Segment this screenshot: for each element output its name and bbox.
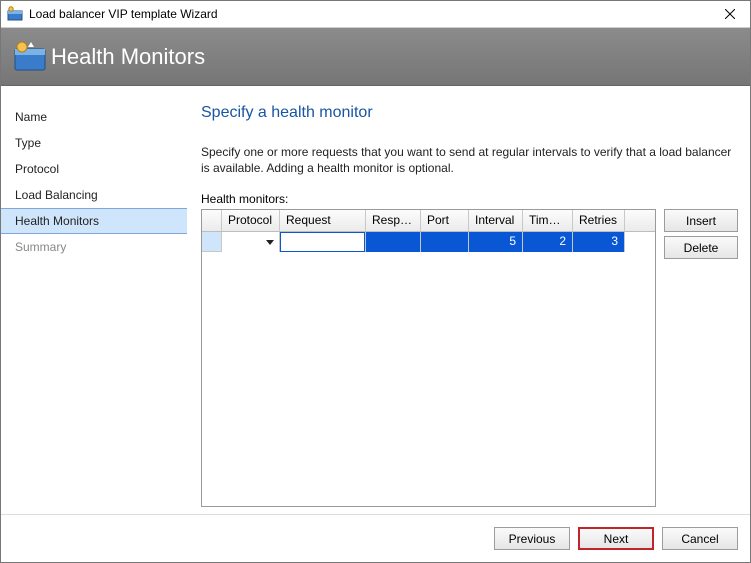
step-name[interactable]: Name	[1, 104, 187, 130]
health-monitors-grid[interactable]: Protocol Request Respo... Port Interval …	[201, 209, 656, 507]
page-description: Specify one or more requests that you wa…	[201, 144, 738, 176]
body: Name Type Protocol Load Balancing Health…	[1, 86, 750, 514]
cell-port[interactable]	[421, 232, 469, 252]
next-button[interactable]: Next	[578, 527, 654, 550]
col-retries[interactable]: Retries	[573, 210, 625, 231]
page-heading: Specify a health monitor	[201, 104, 738, 122]
grid-header-row: Protocol Request Respo... Port Interval …	[202, 210, 655, 232]
cell-timeout[interactable]: 2	[523, 232, 573, 252]
col-response[interactable]: Respo...	[366, 210, 421, 231]
col-protocol[interactable]: Protocol	[222, 210, 280, 231]
col-timeout[interactable]: Time-...	[523, 210, 573, 231]
step-type[interactable]: Type	[1, 130, 187, 156]
wizard-window: Load balancer VIP template Wizard Health…	[0, 0, 751, 563]
request-input[interactable]	[280, 232, 365, 252]
col-interval[interactable]: Interval	[469, 210, 523, 231]
previous-button[interactable]: Previous	[494, 527, 570, 550]
grid-label: Health monitors:	[201, 192, 738, 206]
insert-button[interactable]: Insert	[664, 209, 738, 232]
close-icon	[725, 9, 735, 19]
col-port[interactable]: Port	[421, 210, 469, 231]
banner-title: Health Monitors	[51, 44, 205, 70]
cell-response[interactable]	[366, 232, 421, 252]
step-load-balancing[interactable]: Load Balancing	[1, 182, 187, 208]
wizard-steps: Name Type Protocol Load Balancing Health…	[1, 86, 187, 514]
grid-side-buttons: Insert Delete	[664, 209, 738, 259]
banner: Health Monitors	[1, 28, 750, 86]
window-title: Load balancer VIP template Wizard	[29, 7, 710, 21]
delete-button[interactable]: Delete	[664, 236, 738, 259]
chevron-down-icon	[266, 240, 274, 245]
table-row[interactable]: 5 2 3	[202, 232, 655, 252]
cancel-button[interactable]: Cancel	[662, 527, 738, 550]
grid-area: Protocol Request Respo... Port Interval …	[201, 209, 738, 507]
step-summary[interactable]: Summary	[1, 234, 187, 260]
cell-request[interactable]	[280, 232, 366, 252]
banner-icon	[13, 40, 47, 74]
close-button[interactable]	[710, 1, 750, 27]
col-rowheader	[202, 210, 222, 231]
row-header[interactable]	[202, 232, 222, 252]
cell-interval[interactable]: 5	[469, 232, 523, 252]
content-pane: Specify a health monitor Specify one or …	[187, 86, 750, 514]
app-icon	[7, 6, 23, 22]
cell-protocol[interactable]	[222, 232, 280, 252]
grid-body: 5 2 3	[202, 232, 655, 506]
col-request[interactable]: Request	[280, 210, 366, 231]
titlebar: Load balancer VIP template Wizard	[1, 1, 750, 28]
step-protocol[interactable]: Protocol	[1, 156, 187, 182]
step-health-monitors[interactable]: Health Monitors	[1, 208, 187, 234]
cell-retries[interactable]: 3	[573, 232, 625, 252]
footer: Previous Next Cancel	[1, 514, 750, 562]
